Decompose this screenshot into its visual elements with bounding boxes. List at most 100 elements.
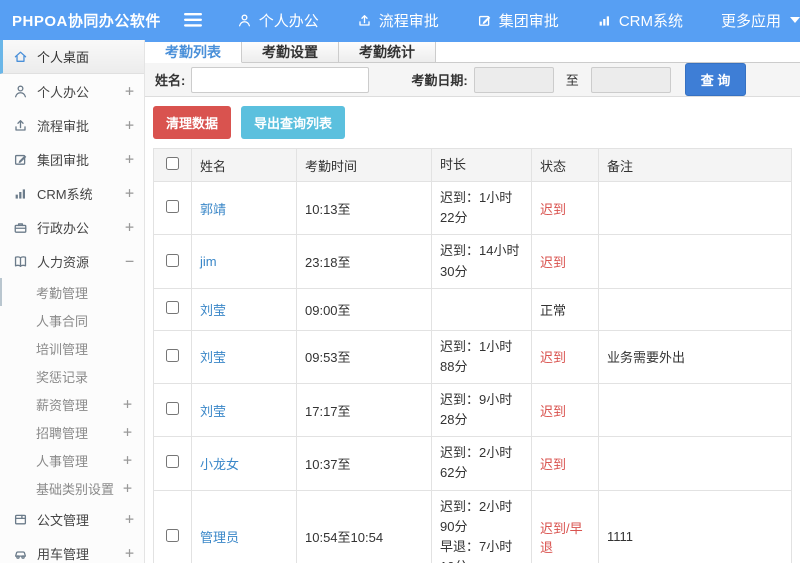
export-list-button[interactable]: 导出查询列表 xyxy=(241,106,346,139)
sidebar-item-document-mgmt[interactable]: 公文管理 + xyxy=(0,502,144,536)
status-cell: 迟到 xyxy=(531,382,599,438)
tab-attendance-stats[interactable]: 考勤统计 xyxy=(339,42,436,62)
minus-icon[interactable]: − xyxy=(125,252,134,270)
sidebar-subitem-label: 薪资管理 xyxy=(36,397,89,413)
note-cell xyxy=(598,234,792,289)
sidebar-subitem-label: 基础类别设置 xyxy=(36,481,115,497)
briefcase-icon xyxy=(13,220,28,235)
sidebar-item-admin-office[interactable]: 行政办公 + xyxy=(0,210,144,244)
plus-icon[interactable]: + xyxy=(125,116,134,134)
plus-icon[interactable]: + xyxy=(125,510,134,528)
sidebar-item-crm-system[interactable]: CRM系统 + xyxy=(0,176,144,210)
nav-item-group-approval[interactable]: 集团审批 xyxy=(477,10,559,31)
employee-name-link[interactable]: 郭靖 xyxy=(200,202,226,217)
hamburger-menu-icon[interactable] xyxy=(175,13,211,27)
sidebar-subitem-attendance-mgmt[interactable]: 考勤管理 xyxy=(0,278,144,306)
duration-cell: 迟到：9小时28分 xyxy=(431,382,532,438)
date-to-input[interactable] xyxy=(590,66,671,93)
nav-item-workflow-approval[interactable]: 流程审批 xyxy=(357,10,439,31)
duration-cell: 迟到：1小时88分 xyxy=(431,329,532,384)
plus-icon[interactable]: + xyxy=(125,150,134,168)
tab-attendance-settings[interactable]: 考勤设置 xyxy=(242,42,339,62)
tab-attendance-list[interactable]: 考勤列表 xyxy=(145,42,242,63)
search-button[interactable]: 查 询 xyxy=(684,63,747,96)
employee-name-link[interactable]: 刘莹 xyxy=(200,350,226,365)
date-filter-label: 考勤日期: xyxy=(411,73,468,88)
sidebar-menu: 个人桌面 个人办公 + 流程审批 + 集团审批 + CRM系统 + 行政办公 + 人力资源 − 考勤管理人… xyxy=(0,40,145,563)
name-filter-label: 姓名: xyxy=(155,73,186,88)
action-bar: 清理数据 导出查询列表 xyxy=(145,97,800,148)
status-cell: 正常 xyxy=(531,287,599,331)
select-all-checkbox[interactable] xyxy=(166,157,179,171)
note-cell: 业务需要外出 xyxy=(598,329,792,384)
table-row: 小龙女 10:37至 迟到：2小时62分 迟到 xyxy=(153,436,792,491)
clear-data-button[interactable]: 清理数据 xyxy=(153,106,232,139)
sidebar-item-personal-office[interactable]: 个人办公 + xyxy=(0,74,144,108)
sidebar-subitem-hr-contract[interactable]: 人事合同 xyxy=(0,306,144,334)
attendance-table: 姓名 考勤时间 时长 状态 备注 郭靖 10:13至 迟到：1小时22分 迟到 jim 23:18… xyxy=(153,147,792,563)
plus-icon[interactable]: + xyxy=(123,479,132,497)
plus-icon[interactable]: + xyxy=(123,423,132,441)
nav-item-more-apps[interactable]: 更多应用 xyxy=(721,10,800,31)
employee-name-link[interactable]: 管理员 xyxy=(200,530,239,545)
plus-icon[interactable]: + xyxy=(125,218,134,236)
person-icon xyxy=(237,13,252,28)
column-header: 考勤时间 xyxy=(296,147,432,183)
row-checkbox-cell xyxy=(153,329,192,384)
row-checkbox[interactable] xyxy=(166,402,179,416)
column-header: 状态 xyxy=(531,147,599,183)
row-checkbox[interactable] xyxy=(166,455,179,469)
nav-item-personal-office[interactable]: 个人办公 xyxy=(237,10,319,31)
row-checkbox[interactable] xyxy=(166,253,179,267)
edit-icon xyxy=(13,152,28,167)
row-checkbox-cell xyxy=(153,234,192,289)
sidebar-subitem-salary-mgmt[interactable]: 薪资管理 + xyxy=(0,390,144,418)
date-from-input[interactable] xyxy=(473,66,554,93)
note-cell xyxy=(598,287,792,331)
sidebar-item-vehicle-mgmt[interactable]: 用车管理 + xyxy=(0,536,144,563)
row-checkbox[interactable] xyxy=(166,348,179,362)
plus-icon[interactable]: + xyxy=(123,451,132,469)
duration-cell: 迟到：1小时22分 xyxy=(431,181,532,236)
row-checkbox[interactable] xyxy=(166,200,179,214)
plus-icon[interactable]: + xyxy=(125,82,134,100)
row-checkbox[interactable] xyxy=(166,301,179,315)
name-filter-input[interactable] xyxy=(191,66,370,93)
nav-item-crm-system[interactable]: CRM系统 xyxy=(597,10,683,31)
plus-icon[interactable]: + xyxy=(125,184,134,202)
name-cell: 刘莹 xyxy=(191,329,297,384)
employee-name-link[interactable]: 小龙女 xyxy=(200,457,239,472)
note-cell xyxy=(598,436,792,491)
sidebar-subitem-training-mgmt[interactable]: 培训管理 xyxy=(0,334,144,362)
name-cell: 刘莹 xyxy=(191,287,297,331)
sidebar-subitem-base-category[interactable]: 基础类别设置 + xyxy=(0,474,144,502)
sidebar-subitem-label: 招聘管理 xyxy=(36,425,89,441)
row-checkbox[interactable] xyxy=(166,528,179,542)
duration-cell xyxy=(431,287,532,331)
employee-name-link[interactable]: 刘莹 xyxy=(200,303,226,318)
sidebar-item-group-approval[interactable]: 集团审批 + xyxy=(0,142,144,176)
sidebar-item-personal-desktop[interactable]: 个人桌面 xyxy=(0,40,144,74)
sidebar-subitem-reward-punish[interactable]: 奖惩记录 xyxy=(0,362,144,390)
sidebar-subitem-personnel-mgmt[interactable]: 人事管理 + xyxy=(0,446,144,474)
sidebar-subitem-label: 培训管理 xyxy=(36,341,89,357)
car-icon xyxy=(13,546,28,561)
plus-icon[interactable]: + xyxy=(125,544,134,562)
sidebar-item-human-resources[interactable]: 人力资源 − xyxy=(0,244,144,278)
sidebar-subitem-label: 考勤管理 xyxy=(36,285,89,301)
sidebar-item-label: 集团审批 xyxy=(37,152,90,168)
status-cell: 迟到 xyxy=(531,234,599,289)
chart-icon xyxy=(13,186,28,201)
sidebar-item-workflow-approval[interactable]: 流程审批 + xyxy=(0,108,144,142)
duration-cell: 迟到：2小时62分 xyxy=(431,436,532,491)
employee-name-link[interactable]: jim xyxy=(200,254,217,269)
plus-icon[interactable]: + xyxy=(123,395,132,413)
table-row: 刘莹 09:53至 迟到：1小时88分 迟到 业务需要外出 xyxy=(153,329,792,384)
employee-name-link[interactable]: 刘莹 xyxy=(200,404,226,419)
tab-bar: 考勤列表 考勤设置 考勤统计 xyxy=(145,40,800,63)
sidebar-subitem-label: 人事管理 xyxy=(36,453,89,469)
name-cell: 郭靖 xyxy=(191,181,297,236)
table-header-row: 姓名 考勤时间 时长 状态 备注 xyxy=(153,147,792,183)
sidebar-subitem-recruit-mgmt[interactable]: 招聘管理 + xyxy=(0,418,144,446)
row-checkbox-cell xyxy=(153,287,192,331)
